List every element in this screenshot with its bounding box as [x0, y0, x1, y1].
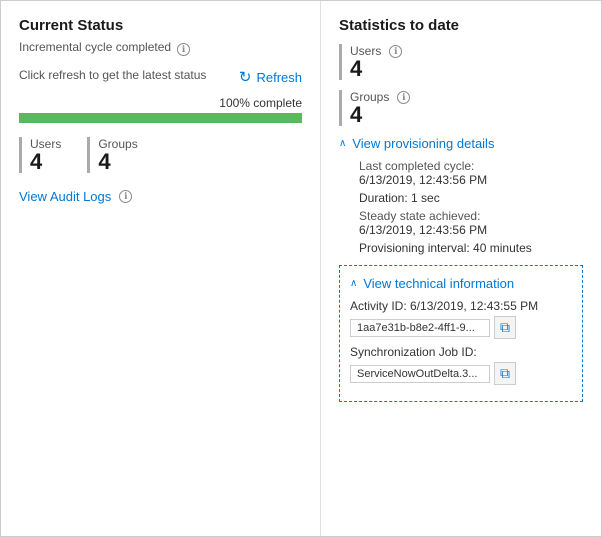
groups-stat-box: Groups 4: [87, 137, 143, 173]
provisioning-details-content: Last completed cycle: 6/13/2019, 12:43:5…: [339, 159, 583, 255]
progress-label: 100% complete: [19, 96, 302, 110]
users-stat-box: Users 4: [19, 137, 67, 173]
subtitle-info-icon: ℹ: [177, 43, 190, 56]
progress-bar-bg: [19, 113, 302, 123]
right-groups-info-icon: ℹ: [397, 91, 410, 104]
activity-id-input[interactable]: [350, 319, 490, 337]
tech-info-section: ∧ View technical information Activity ID…: [339, 265, 583, 402]
right-users-stat-box: Users ℹ 4: [339, 44, 583, 80]
right-users-value: 4: [350, 56, 362, 81]
refresh-label: Refresh: [256, 70, 302, 85]
tech-info-header[interactable]: ∧ View technical information: [350, 276, 572, 291]
refresh-button[interactable]: ↻ Refresh: [239, 68, 302, 86]
sync-job-copy-button[interactable]: ⧉: [494, 362, 516, 385]
right-groups-stat-box: Groups ℹ 4: [339, 90, 583, 126]
last-cycle-line: Last completed cycle: 6/13/2019, 12:43:5…: [355, 159, 583, 187]
provisioning-details-header[interactable]: ∧ View provisioning details: [339, 136, 583, 151]
provisioning-chevron-icon: ∧: [339, 138, 346, 149]
sync-job-field: ⧉: [350, 362, 572, 385]
tech-info-label: View technical information: [363, 276, 514, 291]
refresh-row: Incremental cycle completed ℹ: [19, 40, 302, 58]
audit-logs-label: View Audit Logs: [19, 189, 111, 204]
activity-id-field: ⧉: [350, 316, 572, 339]
right-groups-value: 4: [350, 102, 362, 127]
sync-job-row: Synchronization Job ID: ⧉: [350, 345, 572, 385]
current-status-title: Current Status: [19, 17, 302, 34]
refresh-icon: ↻: [239, 68, 252, 86]
audit-logs-row: View Audit Logs ℹ: [19, 189, 302, 204]
activity-id-copy-button[interactable]: ⧉: [494, 316, 516, 339]
sync-job-label: Synchronization Job ID:: [350, 345, 477, 359]
last-cycle-value: 6/13/2019, 12:43:56 PM: [359, 173, 487, 187]
right-users-info-icon: ℹ: [389, 45, 402, 58]
right-panel: Statistics to date Users ℹ 4 Groups ℹ 4: [321, 1, 601, 536]
groups-value: 4: [98, 149, 110, 174]
click-refresh-row: Click refresh to get the latest status ↻…: [19, 68, 302, 86]
stats-row: Users 4 Groups 4: [19, 137, 302, 173]
tech-info-content: Activity ID: 6/13/2019, 12:43:55 PM ⧉ Sy…: [350, 299, 572, 385]
interval-line: Provisioning interval: 40 minutes: [355, 241, 583, 255]
activity-id-row: Activity ID: 6/13/2019, 12:43:55 PM ⧉: [350, 299, 572, 339]
subtitle-row: Incremental cycle completed ℹ: [19, 40, 190, 58]
left-panel: Current Status Incremental cycle complet…: [1, 1, 321, 536]
steady-state-label: Steady state achieved:: [359, 209, 480, 223]
steady-state-value: 6/13/2019, 12:43:56 PM: [359, 223, 487, 237]
duration-line: Duration: 1 sec: [355, 191, 583, 205]
audit-info-icon: ℹ: [119, 190, 132, 203]
activity-id-label: Activity ID: 6/13/2019, 12:43:55 PM: [350, 299, 538, 313]
tech-info-chevron-icon: ∧: [350, 278, 357, 289]
users-value: 4: [30, 149, 42, 174]
provisioning-details-section: ∧ View provisioning details Last complet…: [339, 136, 583, 255]
click-refresh-text: Click refresh to get the latest status: [19, 68, 206, 82]
last-cycle-label: Last completed cycle:: [359, 159, 474, 173]
provisioning-details-label: View provisioning details: [352, 136, 494, 151]
copy-icon-2: ⧉: [500, 365, 510, 382]
steady-state-line: Steady state achieved: 6/13/2019, 12:43:…: [355, 209, 583, 237]
subtitle-text: Incremental cycle completed: [19, 40, 171, 54]
sync-job-input[interactable]: [350, 365, 490, 383]
stats-to-date-title: Statistics to date: [339, 17, 583, 34]
audit-logs-link[interactable]: View Audit Logs: [19, 189, 111, 204]
copy-icon-1: ⧉: [500, 319, 510, 336]
progress-bar-fill: [19, 113, 302, 123]
